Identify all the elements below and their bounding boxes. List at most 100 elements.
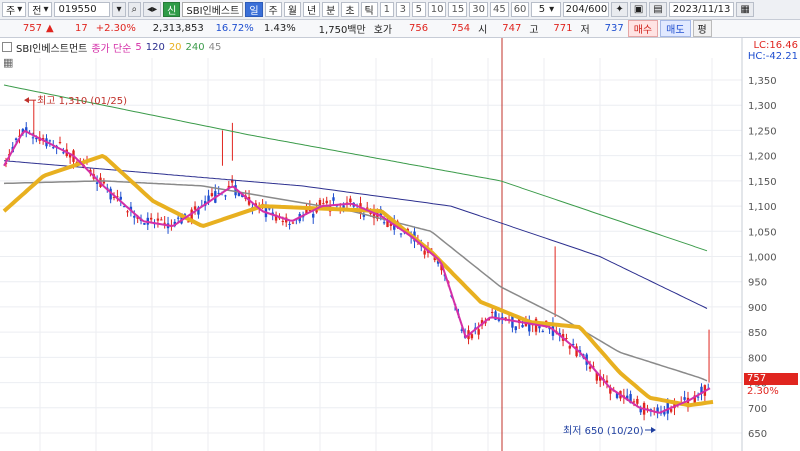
period-tick[interactable]: 틱 — [360, 2, 378, 17]
period-minute[interactable]: 분 — [322, 2, 340, 17]
market-select[interactable]: 주 ▾ — [2, 2, 27, 17]
step-3[interactable]: 3 — [395, 2, 410, 17]
period-second[interactable]: 초 — [341, 2, 359, 17]
buy-button[interactable]: 매수 — [627, 20, 659, 37]
stock-code-input[interactable]: 019550 — [54, 2, 111, 17]
candle-body — [477, 329, 480, 335]
candle-body — [95, 182, 99, 184]
sell-button[interactable]: 매도 — [660, 20, 691, 37]
credit-label: 신 — [167, 6, 177, 17]
code-dropdown-button[interactable]: ▾ — [112, 2, 126, 17]
current-price-tag: 757 — [744, 373, 798, 385]
period-month[interactable]: 월 — [283, 2, 301, 17]
tools-button[interactable]: ✦ — [611, 2, 628, 17]
candle-body — [31, 137, 35, 139]
candle-body — [52, 147, 55, 149]
interval-value: 5 — [538, 4, 546, 15]
step-45[interactable]: 45 — [489, 2, 509, 17]
calendar-button[interactable]: ▦ — [736, 2, 754, 17]
step-60[interactable]: 60 — [510, 2, 530, 17]
period-week-label: 주 — [268, 6, 278, 17]
candle-body — [268, 208, 271, 210]
candle-body — [143, 222, 146, 225]
candle-body — [312, 213, 315, 218]
candle-body — [683, 397, 686, 400]
count-input[interactable]: 204/600 — [563, 2, 610, 17]
up-arrow-icon: ▲ — [46, 23, 54, 34]
quote-bar: 757 ▲ 17 +2.30% 2,313,853 16.72% 1.43% 1… — [0, 20, 800, 38]
save-button[interactable]: ▤ — [649, 2, 667, 17]
market-label: 주 — [6, 6, 16, 17]
high-price: 771 — [553, 23, 573, 34]
price-chart[interactable]: 6507007508008509009501,0001,0501,1001,15… — [0, 38, 800, 451]
candle-body — [541, 331, 545, 333]
legend-ma120: 120 — [145, 41, 165, 53]
interval-select[interactable]: 5 ▾ — [531, 2, 562, 17]
volume-percent: 16.72% — [215, 23, 254, 34]
period-day[interactable]: 일 — [245, 2, 263, 17]
candle-body — [696, 396, 700, 398]
chevron-down-icon: ▾ — [17, 4, 23, 15]
prev-label: 전 — [32, 6, 42, 17]
step-15[interactable]: 15 — [448, 2, 468, 17]
period-month-label: 월 — [287, 6, 297, 17]
grid-icon[interactable]: ▦ — [3, 56, 15, 69]
candle-body — [632, 401, 636, 403]
lock-icon: ▣ — [633, 4, 644, 15]
high-annotation: 최고 1,310 (01/25) — [37, 95, 127, 107]
period-day-label: 일 — [249, 6, 259, 17]
volume: 2,313,853 — [152, 23, 204, 34]
candle-body — [126, 211, 129, 213]
legend-box-icon — [2, 42, 12, 52]
ask-label: 호가 — [373, 25, 393, 36]
y-tick-label: 1,250 — [748, 126, 777, 137]
step-1[interactable]: 1 — [379, 2, 394, 17]
candle-body — [62, 152, 65, 154]
high-label: 고 — [529, 25, 539, 36]
lc-value: LC:16.46 — [753, 40, 798, 51]
chevron-down-icon: ▾ — [549, 4, 555, 15]
candle-body — [521, 325, 524, 328]
candle-body — [490, 311, 494, 313]
turnover-percent: 1.43% — [263, 23, 296, 34]
step-10[interactable]: 10 — [427, 2, 447, 17]
candle-body — [210, 193, 214, 197]
top-toolbar: 주 ▾ 전 ▾ 019550 ▾ ⌕ ◂▸ 신 SBI인베스트 일 주 월 년 분 … — [0, 0, 800, 20]
candle-body — [669, 409, 673, 412]
legend-stock-name: SBI인베스트먼트 — [16, 43, 88, 55]
search-button[interactable]: ⌕ — [127, 2, 142, 17]
stock-name-box[interactable]: SBI인베스트 — [182, 2, 244, 17]
low-label: 저 — [580, 25, 590, 36]
candle-body — [48, 140, 52, 142]
hc-value: HC:-42.21 — [747, 51, 798, 62]
legend-ma45: 45 — [208, 41, 222, 53]
step-label: 60 — [513, 4, 527, 15]
period-year[interactable]: 년 — [302, 2, 321, 17]
candle-body — [470, 334, 474, 339]
low-annotation: 최저 650 (10/20) — [563, 425, 644, 437]
candle-body — [514, 326, 517, 331]
y-tick-label: 1,150 — [748, 177, 777, 188]
current-change-tag: 2.30% — [747, 386, 779, 397]
lock-button[interactable]: ▣ — [629, 2, 648, 17]
candle-body — [399, 233, 403, 235]
count-value: 204 — [565, 4, 585, 15]
period-tick-label: 틱 — [364, 6, 374, 17]
step-label: 3 — [399, 4, 406, 15]
period-week[interactable]: 주 — [264, 2, 282, 17]
candle-body — [133, 216, 136, 218]
prev-next-button[interactable]: ◂▸ — [143, 2, 162, 17]
y-tick-label: 950 — [748, 278, 767, 289]
step-label: 30 — [472, 4, 485, 15]
stock-code: 019550 — [58, 4, 97, 15]
candle-body — [149, 217, 153, 220]
prev-select[interactable]: 전 ▾ — [28, 2, 53, 17]
step-5[interactable]: 5 — [411, 2, 426, 17]
candle-body — [366, 207, 369, 209]
candle-body — [423, 250, 426, 255]
step-30[interactable]: 30 — [469, 2, 488, 17]
y-tick-label: 1,050 — [748, 227, 777, 238]
eval-button[interactable]: 평 — [692, 20, 712, 37]
legend-ma20: 20 — [168, 41, 182, 53]
date-input[interactable]: 2023/11/13 — [668, 2, 735, 17]
